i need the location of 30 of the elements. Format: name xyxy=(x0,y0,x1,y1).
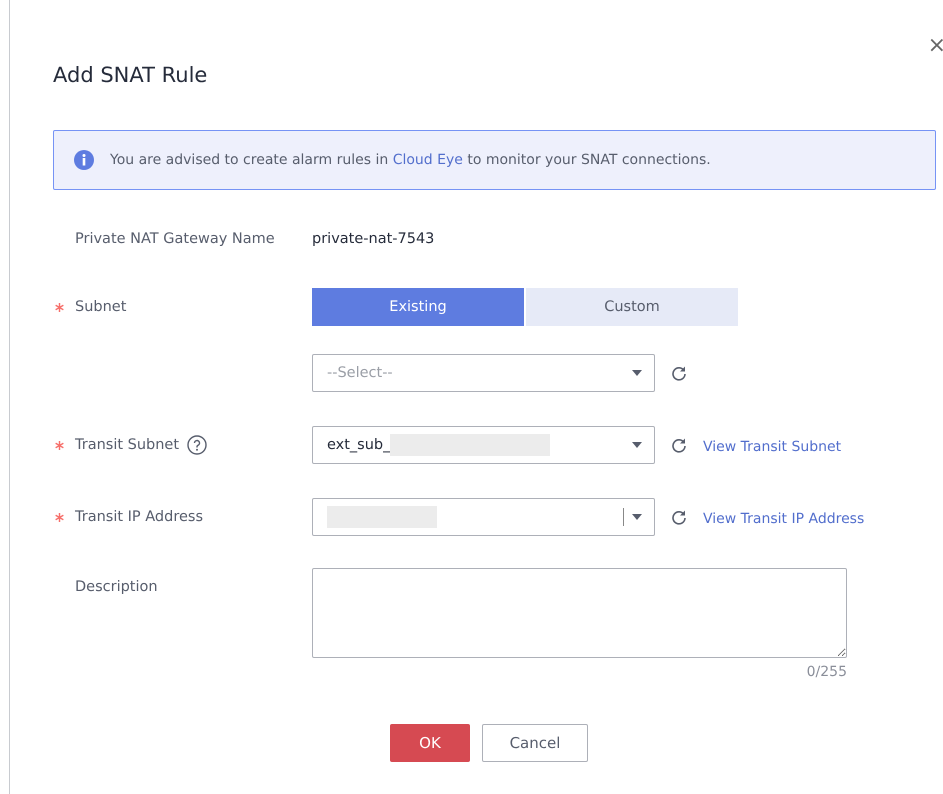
dialog-title: Add SNAT Rule xyxy=(53,62,208,89)
field-label: Transit Subnet xyxy=(75,437,180,453)
view-transit-ip-link[interactable]: View Transit IP Address xyxy=(703,510,864,526)
subnet-option[interactable]: Custom xyxy=(526,288,738,326)
notice-text: You are advised to create alarm rules in Cloud Eye to monitor your SNAT connections. xyxy=(110,152,711,168)
refresh-icon[interactable] xyxy=(671,365,687,381)
field-label: Description xyxy=(75,579,158,595)
select-value: ext_sub_ xyxy=(327,437,390,453)
subnet-option[interactable]: Existing xyxy=(312,288,524,326)
cloud-eye-link[interactable]: Cloud Eye xyxy=(392,152,463,168)
close-button[interactable]: × xyxy=(924,34,943,58)
transit-subnet-select[interactable]: ext_sub_ xyxy=(312,426,655,464)
field-label: Subnet xyxy=(75,299,126,315)
caret-icon xyxy=(632,514,642,520)
caret-icon xyxy=(632,442,642,448)
character-count: 0/255 xyxy=(806,664,847,680)
cancel-button[interactable]: Cancel xyxy=(482,724,588,762)
gateway-name: private-nat-7543 xyxy=(312,231,434,247)
help-icon[interactable] xyxy=(187,435,208,455)
field-label: Transit IP Address xyxy=(75,509,204,525)
select-placeholder: --Select-- xyxy=(327,365,393,381)
description-field[interactable] xyxy=(312,568,847,658)
subnet-select[interactable]: --Select-- xyxy=(312,354,655,392)
ok-button[interactable]: OK xyxy=(390,724,470,762)
refresh-icon[interactable] xyxy=(671,437,687,453)
caret-icon xyxy=(632,370,642,376)
view-transit-subnet-link[interactable]: View Transit Subnet xyxy=(703,438,842,454)
field-label: Private NAT Gateway Name xyxy=(75,231,275,247)
info-icon xyxy=(74,150,94,170)
refresh-icon[interactable] xyxy=(671,509,687,525)
